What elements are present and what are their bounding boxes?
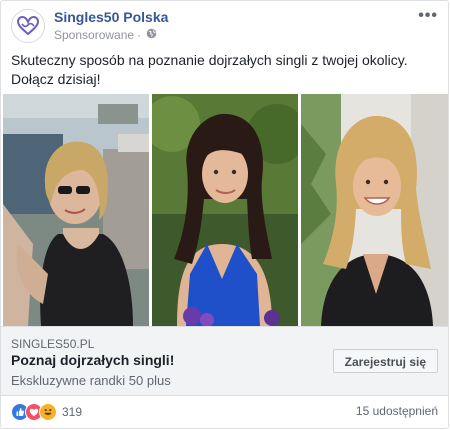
post-header: Singles50 Polska Sponsorowane · ••• bbox=[11, 7, 438, 43]
page-avatar[interactable] bbox=[11, 9, 45, 43]
photo-grid[interactable] bbox=[3, 94, 448, 326]
ad-photo-3[interactable] bbox=[301, 94, 448, 326]
more-options-icon[interactable]: ••• bbox=[418, 7, 438, 25]
sponsored-post-card: Singles50 Polska Sponsorowane · ••• Skut… bbox=[0, 0, 449, 429]
sponsored-line: Sponsorowane · bbox=[54, 28, 157, 42]
reactions-summary[interactable]: 319 bbox=[11, 403, 82, 421]
heart-infinity-logo-icon bbox=[17, 16, 39, 36]
link-headline[interactable]: Poznaj dojrzałych singli! bbox=[11, 352, 174, 368]
reactions-count[interactable]: 319 bbox=[62, 405, 82, 419]
shares-count[interactable]: 15 udostępnień bbox=[356, 404, 438, 418]
link-domain: SINGLES50.PL bbox=[11, 337, 95, 351]
haha-reaction-icon bbox=[39, 403, 57, 421]
globe-icon bbox=[146, 28, 157, 42]
link-description: Ekskluzywne randki 50 plus bbox=[11, 373, 171, 388]
sign-up-button[interactable]: Zarejestruj się bbox=[332, 349, 438, 373]
engagement-bar: 319 15 udostępnień bbox=[11, 403, 438, 423]
link-preview[interactable]: SINGLES50.PL Poznaj dojrzałych singli! E… bbox=[1, 326, 448, 396]
separator-dot: · bbox=[137, 28, 142, 42]
ad-photo-2[interactable] bbox=[152, 94, 298, 326]
ad-photo-1[interactable] bbox=[3, 94, 149, 326]
post-message: Skuteczny sposób na poznanie dojrzałych … bbox=[11, 52, 408, 87]
page-name-link[interactable]: Singles50 Polska bbox=[54, 9, 168, 25]
sponsored-label[interactable]: Sponsorowane bbox=[54, 28, 134, 42]
